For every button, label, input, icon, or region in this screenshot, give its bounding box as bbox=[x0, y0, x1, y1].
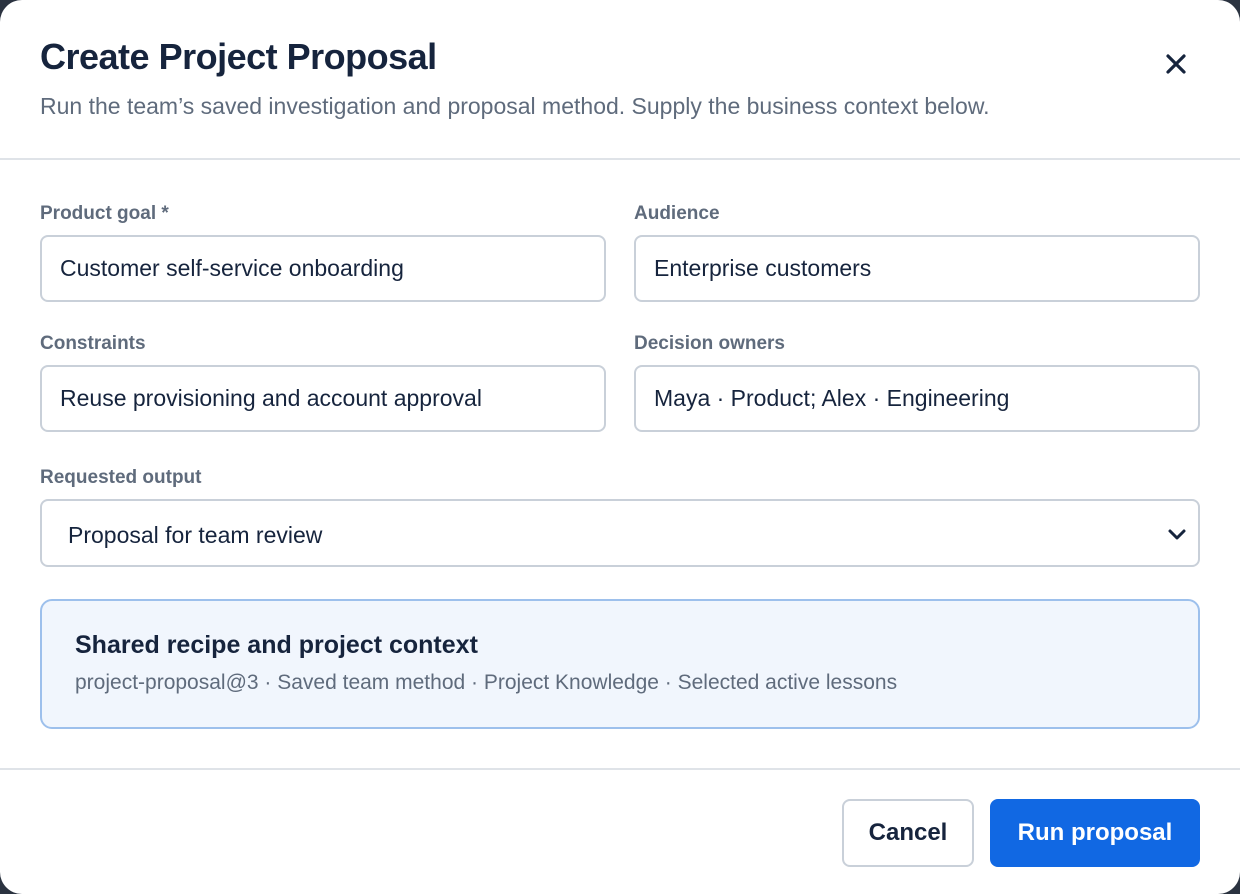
decision-owners-input[interactable] bbox=[634, 365, 1200, 432]
shared-context-card: Shared recipe and project context projec… bbox=[40, 599, 1200, 729]
run-proposal-button[interactable]: Run proposal bbox=[990, 799, 1200, 867]
create-project-proposal-dialog: Create Project Proposal Run the team’s s… bbox=[0, 0, 1240, 894]
dialog-header: Create Project Proposal Run the team’s s… bbox=[0, 0, 1240, 160]
audience-input[interactable] bbox=[634, 235, 1200, 302]
context-card-title: Shared recipe and project context bbox=[75, 631, 478, 659]
dialog-title: Create Project Proposal bbox=[40, 36, 437, 77]
constraints-label: Constraints bbox=[40, 333, 146, 354]
decision-owners-label: Decision owners bbox=[634, 333, 785, 354]
close-icon bbox=[1166, 54, 1186, 74]
footer-divider bbox=[0, 768, 1240, 770]
context-card-meta: project-proposal@3 · Saved team method ·… bbox=[75, 671, 898, 694]
chevron-down-icon bbox=[1168, 529, 1186, 540]
constraints-input[interactable] bbox=[40, 365, 606, 432]
requested-output-label: Requested output bbox=[40, 467, 202, 488]
cancel-button[interactable]: Cancel bbox=[842, 799, 974, 867]
audience-label: Audience bbox=[634, 203, 720, 224]
dialog-subtitle: Run the team’s saved investigation and p… bbox=[40, 93, 990, 119]
product-goal-input[interactable] bbox=[40, 235, 606, 302]
product-goal-label: Product goal * bbox=[40, 203, 169, 224]
requested-output-select[interactable]: Proposal for team review bbox=[40, 499, 1200, 567]
requested-output-value: Proposal for team review bbox=[68, 522, 323, 548]
close-button[interactable] bbox=[1158, 46, 1194, 82]
